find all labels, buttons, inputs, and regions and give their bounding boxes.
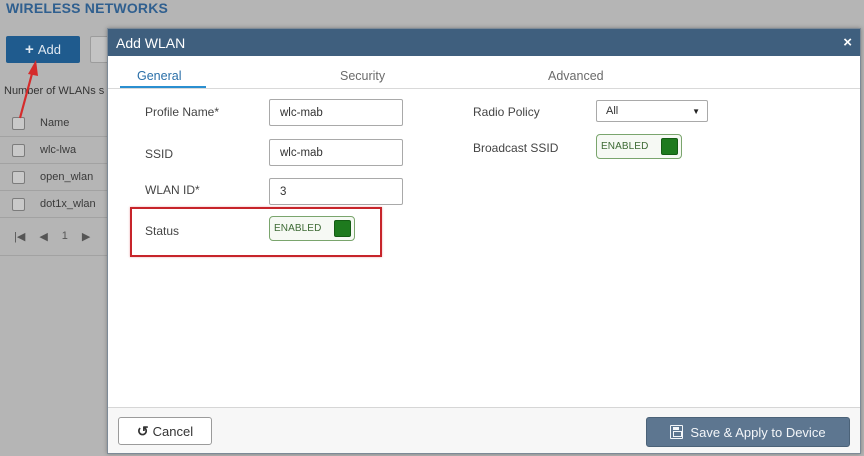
dialog-footer: ↺ Cancel Save & Apply to Device [108,407,860,453]
dialog-title: Add WLAN [116,34,186,51]
dialog-header: Add WLAN × [108,29,860,56]
ssid-input[interactable] [269,139,403,166]
profile-name-label: Profile Name* [145,105,220,119]
row-checkbox[interactable] [12,170,25,184]
wlan-id-label: WLAN ID* [145,183,200,197]
table-header: Name [0,110,110,137]
plus-icon: + [25,41,34,58]
wlan-id-input[interactable] [269,178,403,205]
radio-policy-value: All [606,105,619,117]
broadcast-ssid-label: Broadcast SSID [473,141,559,155]
row-checkbox[interactable] [12,197,25,211]
radio-policy-label: Radio Policy [473,105,540,119]
save-icon [670,425,684,439]
undo-icon: ↺ [136,422,149,439]
status-highlight-annotation [130,207,382,257]
chevron-down-icon: ▼ [692,106,700,116]
pager: |◀ ◀ 1 ▶ [14,230,90,243]
divider [0,255,110,256]
row-name: open_wlan [40,171,94,183]
add-button-label: Add [37,42,61,57]
table-row[interactable]: open_wlan [0,164,110,191]
column-header-name: Name [40,117,70,129]
broadcast-ssid-toggle-label: ENABLED [601,141,649,152]
row-checkbox[interactable] [12,143,25,157]
next-page-icon[interactable]: ▶ [82,230,90,243]
current-page: 1 [61,230,68,242]
table-row[interactable]: dot1x_wlan [0,191,110,218]
toggle-knob [661,138,678,155]
row-name: dot1x_wlan [40,198,96,210]
broadcast-ssid-toggle[interactable]: ENABLED [596,134,682,159]
prev-page-icon[interactable]: ◀ [39,230,47,243]
tab-divider [108,88,860,89]
profile-name-input[interactable] [269,99,403,126]
wlan-count: Number of WLANs s [4,85,105,97]
ssid-label: SSID [145,147,174,161]
table-row[interactable]: wlc-lwa [0,137,110,164]
save-apply-button[interactable]: Save & Apply to Device [646,417,850,447]
wlan-table: Name wlc-lwa open_wlan dot1x_wlan [0,110,110,218]
save-apply-button-label: Save & Apply to Device [690,424,826,440]
page-title: WIRELESS NETWORKS [6,0,169,16]
tab-general[interactable]: General [137,69,181,83]
close-icon[interactable]: × [843,34,852,51]
add-button[interactable]: + Add [6,36,80,63]
first-page-icon[interactable]: |◀ [14,230,25,243]
tab-security[interactable]: Security [340,69,385,83]
cancel-button-label: Cancel [152,423,194,439]
cancel-button[interactable]: ↺ Cancel [118,417,212,445]
row-name: wlc-lwa [40,144,77,156]
select-all-checkbox[interactable] [12,116,25,130]
tab-advanced[interactable]: Advanced [548,69,604,83]
radio-policy-select[interactable]: All ▼ [596,100,708,122]
